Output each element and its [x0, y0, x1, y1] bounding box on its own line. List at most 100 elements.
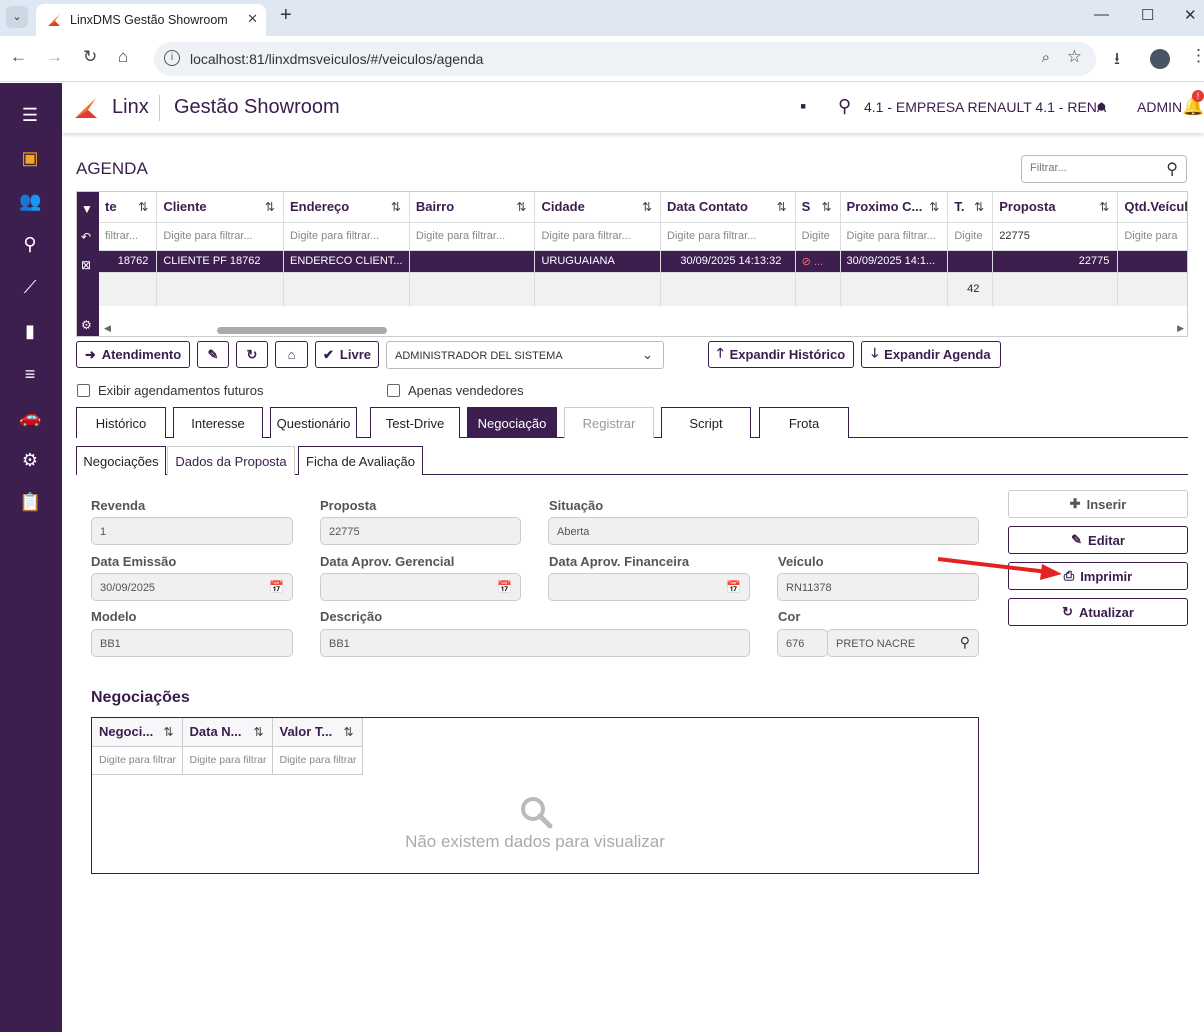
- cor-name-field[interactable]: PRETO NACRE ⚲: [827, 629, 979, 657]
- filter-icon[interactable]: ▼: [81, 202, 93, 216]
- site-info-icon[interactable]: i: [164, 50, 180, 66]
- table-cell[interactable]: 22775: [992, 249, 1119, 272]
- feedback-icon[interactable]: ▪: [800, 96, 806, 117]
- column-filter[interactable]: Digite para filtrar: [272, 746, 363, 775]
- home-icon[interactable]: ⌂: [118, 47, 128, 67]
- column-filter[interactable]: Digite: [795, 221, 841, 250]
- filter-input[interactable]: [1030, 162, 1150, 174]
- calendar-icon[interactable]: 📅: [497, 580, 512, 594]
- column-filter[interactable]: filtrar...: [99, 221, 158, 250]
- refresh-button[interactable]: ↻: [236, 341, 268, 368]
- tab-interesse[interactable]: Interesse: [173, 407, 263, 438]
- column-header[interactable]: Cliente ⇅: [156, 192, 284, 222]
- calendar-icon[interactable]: 📅: [726, 580, 741, 594]
- column-header[interactable]: Qtd.Veícul: [1117, 192, 1187, 222]
- undo-icon[interactable]: ↶: [81, 230, 91, 244]
- new-tab-icon[interactable]: +: [280, 4, 292, 27]
- column-header[interactable]: Cidade ⇅: [534, 192, 662, 222]
- revenda-field[interactable]: 1: [91, 517, 293, 545]
- expandir-agenda-button[interactable]: 🡓 Expandir Agenda: [861, 341, 1001, 368]
- sort-icon[interactable]: ⇅: [777, 200, 787, 214]
- clients-icon[interactable]: 👥: [19, 190, 41, 212]
- bar-chart-icon[interactable]: ▮: [19, 320, 41, 342]
- table-cell[interactable]: ⊘ ...: [795, 249, 841, 272]
- back-icon[interactable]: ←: [10, 47, 27, 67]
- close-tab-icon[interactable]: ✕: [247, 11, 258, 27]
- close-window-icon[interactable]: ✕: [1184, 6, 1197, 24]
- scrollbar-thumb[interactable]: [217, 327, 387, 334]
- inserir-button[interactable]: ✚ Inserir: [1008, 490, 1188, 518]
- column-header[interactable]: Endereço ⇅: [283, 192, 410, 222]
- table-cell[interactable]: 30/09/2025 14:13:32: [660, 249, 796, 272]
- minimize-icon[interactable]: —: [1094, 6, 1109, 23]
- column-filter[interactable]: 22775: [992, 221, 1119, 250]
- column-header[interactable]: T. ⇅: [947, 192, 994, 222]
- browser-tab[interactable]: LinxDMS Gestão Showroom ✕: [36, 4, 266, 36]
- company-selector[interactable]: 4.1 - EMPRESA RENAULT 4.1 - RENA: [864, 99, 1106, 115]
- menu-icon[interactable]: ⋮: [1190, 46, 1204, 66]
- table-cell[interactable]: URUGUAIANA: [534, 249, 662, 272]
- column-header[interactable]: Data Contato ⇅: [660, 192, 796, 222]
- home-button[interactable]: ⌂: [275, 341, 308, 368]
- column-filter[interactable]: Digite para: [1117, 221, 1187, 250]
- sort-icon[interactable]: ⇅: [343, 725, 353, 739]
- analytics-search-icon[interactable]: ⟋: [19, 276, 41, 298]
- profile-avatar[interactable]: [1150, 49, 1170, 69]
- cor-code-field[interactable]: 676: [777, 629, 828, 657]
- column-filter[interactable]: Digite: [947, 221, 994, 250]
- sort-icon[interactable]: ⇅: [516, 200, 526, 214]
- column-filter[interactable]: Digite para filtrar: [92, 746, 183, 775]
- data-emissao-field[interactable]: 30/09/2025 📅: [91, 573, 293, 601]
- data-aprov-gerencial-field[interactable]: 📅: [320, 573, 521, 601]
- horizontal-scrollbar[interactable]: ◀ ▶: [99, 322, 1187, 336]
- column-filter[interactable]: Digite para filtrar: [182, 746, 273, 775]
- descricao-field[interactable]: BB1: [320, 629, 750, 657]
- atendimento-button[interactable]: ➜ Atendimento: [76, 341, 190, 368]
- futuros-checkbox[interactable]: Exibir agendamentos futuros: [77, 383, 263, 398]
- table-cell[interactable]: 18762: [99, 249, 158, 272]
- car-icon[interactable]: 🚗: [19, 406, 41, 428]
- checkbox-box[interactable]: [387, 384, 400, 397]
- column-header[interactable]: S ⇅: [795, 192, 841, 222]
- tab-registrar[interactable]: Registrar: [564, 407, 654, 438]
- download-icon[interactable]: ⭳: [1114, 46, 1120, 75]
- column-filter[interactable]: Digite para filtrar...: [156, 221, 284, 250]
- maximize-icon[interactable]: ☐: [1141, 6, 1154, 24]
- subtab-negociacoes[interactable]: Negociações: [76, 446, 166, 475]
- tab-script[interactable]: Script: [661, 407, 751, 438]
- table-cell[interactable]: CLIENTE PF 18762: [156, 249, 284, 272]
- table-cell[interactable]: ENDERECO CLIENT...: [283, 249, 410, 272]
- data-aprov-financeira-field[interactable]: 📅: [548, 573, 750, 601]
- tab-frota[interactable]: Frota: [759, 407, 849, 438]
- global-filter[interactable]: ⚲: [1021, 155, 1187, 183]
- edit-button[interactable]: ✎: [197, 341, 229, 368]
- column-header[interactable]: Valor T... ⇅: [272, 718, 363, 747]
- forward-icon[interactable]: →: [46, 47, 63, 67]
- vendedores-checkbox[interactable]: Apenas vendedores: [387, 383, 524, 398]
- reload-icon[interactable]: ↻: [83, 47, 97, 67]
- user-name[interactable]: ADMIN: [1137, 99, 1182, 115]
- sort-icon[interactable]: ⇅: [265, 200, 275, 214]
- bookmark-star-icon[interactable]: ☆: [1067, 47, 1082, 67]
- sort-icon[interactable]: ⇅: [642, 200, 652, 214]
- sort-icon[interactable]: ⇅: [821, 200, 831, 214]
- situacao-field[interactable]: Aberta: [548, 517, 979, 545]
- checkbox-box[interactable]: [77, 384, 90, 397]
- sort-icon[interactable]: ⇅: [974, 200, 984, 214]
- tab-historico[interactable]: Histórico: [76, 407, 166, 438]
- tab-negociacao[interactable]: Negociação: [467, 407, 557, 438]
- user-account-icon[interactable]: ●: [1096, 96, 1107, 117]
- column-filter[interactable]: Digite para filtrar...: [840, 221, 949, 250]
- column-header[interactable]: Data N... ⇅: [182, 718, 273, 747]
- column-header[interactable]: te ⇅: [99, 192, 158, 222]
- column-header[interactable]: Bairro ⇅: [409, 192, 536, 222]
- table-cell[interactable]: [947, 249, 994, 272]
- column-header[interactable]: Proposta ⇅: [992, 192, 1119, 222]
- user-select[interactable]: ADMINISTRADOR DEL SISTEMA ⌄: [386, 341, 664, 369]
- scroll-right-icon[interactable]: ▶: [1177, 323, 1184, 334]
- column-filter[interactable]: Digite para filtrar...: [660, 221, 796, 250]
- expandir-historico-button[interactable]: 🡑 Expandir Histórico: [708, 341, 854, 368]
- location-pin-icon[interactable]: ⚲: [838, 96, 851, 117]
- grid-settings-icon[interactable]: ⚙: [81, 318, 92, 332]
- column-filter[interactable]: Digite para filtrar...: [283, 221, 410, 250]
